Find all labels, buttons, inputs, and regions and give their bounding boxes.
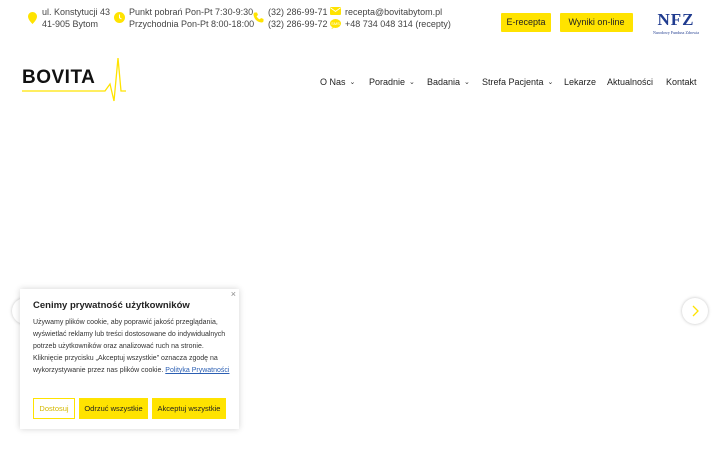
cookie-body: Używamy plików cookie, aby poprawić jako… <box>33 317 231 377</box>
wyniki-online-button[interactable]: Wyniki on-line <box>560 13 633 32</box>
nav-poradnie-label: Poradnie <box>369 77 406 87</box>
nav-lekarze-label: Lekarze <box>564 77 597 87</box>
nav-lekarze[interactable]: Lekarze <box>564 77 596 87</box>
nav-kontakt[interactable]: Kontakt <box>666 77 697 87</box>
nav-aktualnosci-label: Aktualności <box>607 77 654 87</box>
phone-icon <box>253 12 264 23</box>
cookie-accept-button[interactable]: Akceptuj wszystkie <box>152 398 226 419</box>
chevron-down-icon: ⌄ <box>464 79 470 86</box>
nav-o-nas-label: O Nas <box>320 77 346 87</box>
nav-kontakt-label: Kontakt <box>666 77 697 87</box>
privacy-policy-link[interactable]: Polityka Prywatności <box>165 367 229 374</box>
nfz-logo-letters: NFZ <box>657 10 695 29</box>
hours-line2: Przychodnia Pon-Pt 8:00-18:00 <box>129 19 255 29</box>
cookie-customize-button[interactable]: Dostosuj <box>33 398 75 419</box>
nav-poradnie[interactable]: Poradnie ⌄ <box>369 77 415 87</box>
close-icon[interactable]: × <box>231 289 236 299</box>
location-pin-icon <box>28 12 37 24</box>
nfz-caption: Narodowy Fundusz Zdrowia <box>653 30 699 35</box>
email-icon <box>330 7 341 15</box>
chevron-down-icon: ⌄ <box>409 79 415 86</box>
cookie-consent-banner: × Cenimy prywatność użytkowników Używamy… <box>20 289 239 429</box>
address-line2: 41-905 Bytom <box>42 19 99 29</box>
sms-number[interactable]: +48 734 048 314 (recepty) <box>345 18 451 31</box>
sms-icon: SMS <box>330 19 341 29</box>
nfz-logo[interactable]: NFZ Narodowy Fundusz Zdrowia <box>644 10 708 38</box>
svg-text:SMS: SMS <box>331 21 340 26</box>
chevron-right-icon <box>692 305 699 317</box>
clock-icon <box>114 12 125 23</box>
heartbeat-logo-line <box>22 57 126 102</box>
slider-next-button[interactable] <box>682 298 708 324</box>
nav-badania[interactable]: Badania ⌄ <box>427 77 470 87</box>
cookie-reject-button[interactable]: Odrzuć wszystkie <box>79 398 148 419</box>
cookie-body-text: Używamy plików cookie, aby poprawić jako… <box>33 319 226 374</box>
chevron-down-icon: ⌄ <box>349 79 356 86</box>
nav-o-nas[interactable]: O Nas ⌄ <box>320 77 355 87</box>
chevron-down-icon: ⌄ <box>547 79 554 86</box>
cookie-title: Cenimy prywatność użytkowników <box>33 300 190 311</box>
nav-badania-label: Badania <box>427 77 461 87</box>
nav-strefa-pacjenta-label: Strefa Pacjenta <box>482 77 544 87</box>
erecepta-button[interactable]: E-recepta <box>501 13 551 32</box>
nav-aktualnosci[interactable]: Aktualności <box>607 77 653 87</box>
nav-strefa-pacjenta[interactable]: Strefa Pacjenta ⌄ <box>482 77 553 87</box>
phone-2[interactable]: (32) 286-99-72 <box>268 18 328 31</box>
